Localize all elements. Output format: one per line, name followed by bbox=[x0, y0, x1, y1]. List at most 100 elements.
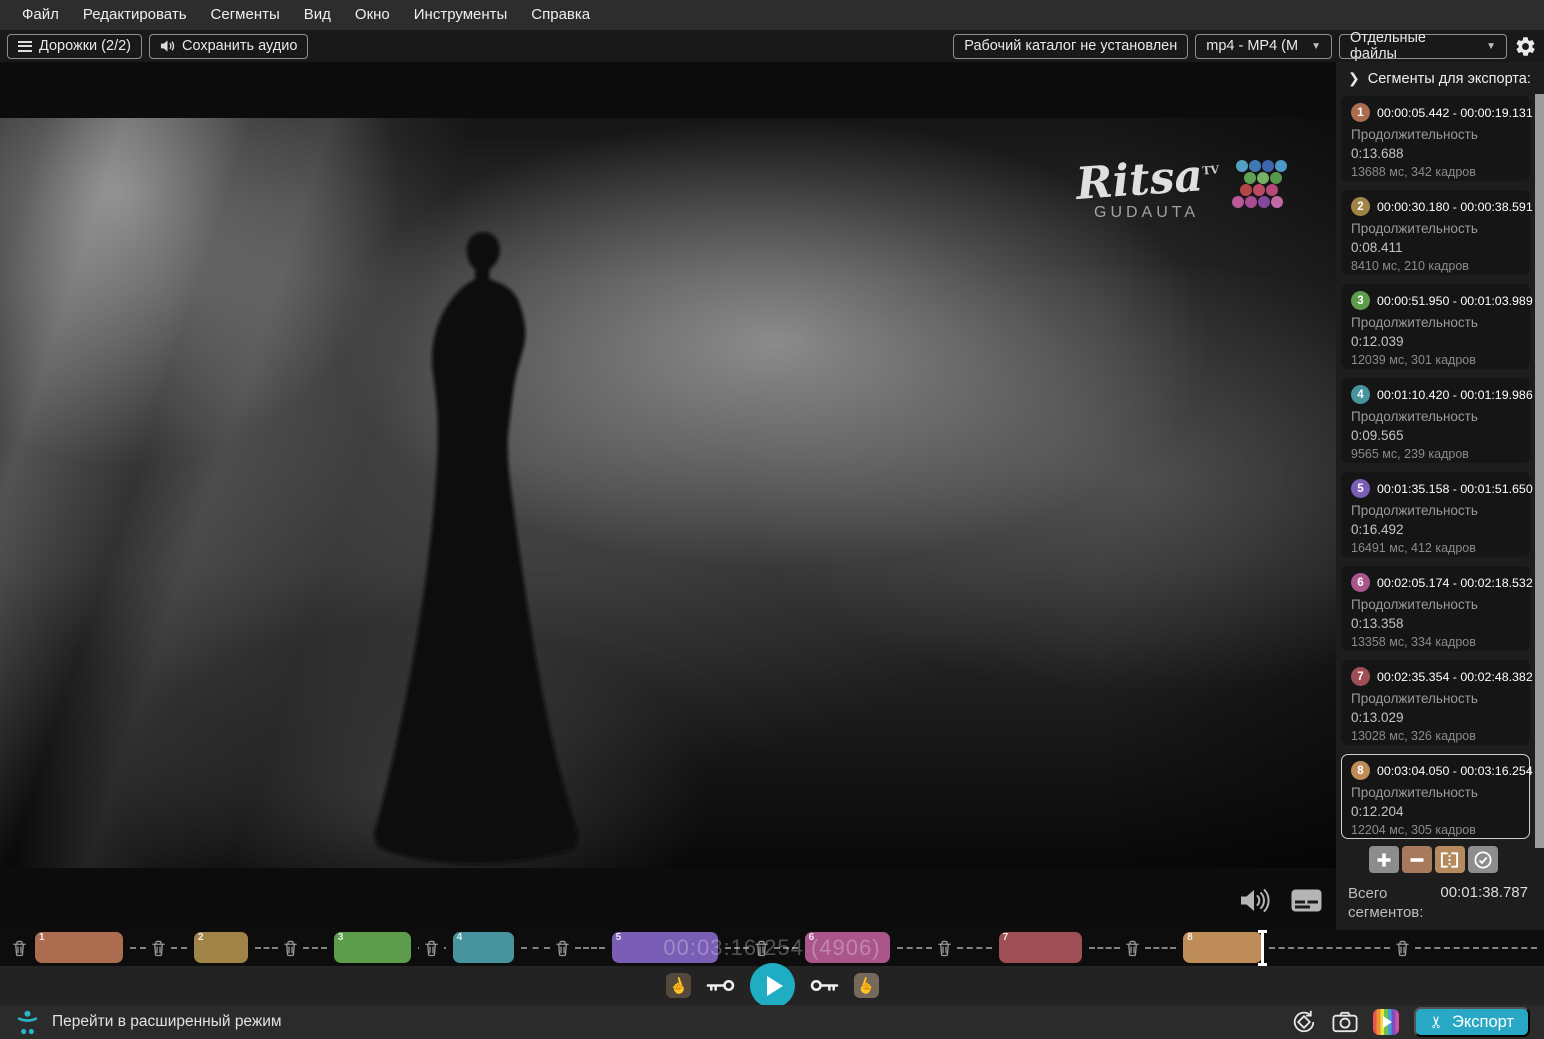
export-button[interactable]: ✂ Экспорт bbox=[1414, 1007, 1530, 1037]
save-audio-label: Сохранить аудио bbox=[182, 38, 297, 54]
segment-card[interactable]: 2 00:00:30.180 - 00:00:38.591 Продолжите… bbox=[1341, 190, 1530, 275]
segment-duration-label: Продолжительность bbox=[1351, 407, 1520, 426]
delete-segment-icon[interactable] bbox=[754, 939, 769, 957]
main-area: RitsaTV GUDAUTA ❯ Сегменты для экс bbox=[0, 62, 1544, 930]
segment-range: 00:00:51.950 - 00:01:03.989 bbox=[1377, 294, 1533, 308]
timeline-segment[interactable]: 8 bbox=[1183, 932, 1261, 963]
segment-details: 13358 мс, 334 кадров bbox=[1351, 633, 1520, 651]
segment-range: 00:01:35.158 - 00:01:51.650 bbox=[1377, 482, 1533, 496]
app-window: ФайлРедактироватьСегментыВидОкноИнструме… bbox=[0, 0, 1544, 1039]
timeline-gap bbox=[123, 930, 194, 966]
segment-range: 00:02:05.174 - 00:02:18.532 bbox=[1377, 576, 1533, 590]
segment-duration-label: Продолжительность bbox=[1351, 595, 1520, 614]
segment-duration-label: Продолжительность bbox=[1351, 125, 1520, 144]
timeline-gap bbox=[890, 930, 998, 966]
menu-item[interactable]: Инструменты bbox=[402, 0, 520, 30]
segment-card[interactable]: 5 00:01:35.158 - 00:01:51.650 Продолжите… bbox=[1341, 472, 1530, 557]
segment-details: 8410 мс, 210 кадров bbox=[1351, 257, 1520, 275]
output-mode-select[interactable]: Отдельные файлы ▼ bbox=[1339, 34, 1507, 59]
timeline-segment[interactable]: 2 bbox=[194, 932, 248, 963]
working-dir-button[interactable]: Рабочий каталог не установлен bbox=[953, 34, 1188, 59]
toolbar: Дорожки (2/2) Сохранить аудио Рабочий ка… bbox=[0, 30, 1544, 62]
segment-duration-label: Продолжительность bbox=[1351, 783, 1520, 802]
remove-segment-button[interactable] bbox=[1402, 846, 1432, 873]
segment-duration: 0:13.358 bbox=[1351, 614, 1520, 633]
singer-silhouette bbox=[360, 230, 590, 868]
menu-item[interactable]: Справка bbox=[519, 0, 602, 30]
timeline-segment[interactable]: 6 bbox=[805, 932, 891, 963]
subtitles-icon[interactable] bbox=[1291, 889, 1322, 912]
set-segment-start-button[interactable]: ☝ bbox=[666, 973, 691, 998]
hand-end-icon: ☝ bbox=[854, 974, 877, 997]
scissors-icon: ✂ bbox=[1427, 1015, 1447, 1029]
plus-icon bbox=[1376, 852, 1392, 868]
segment-card[interactable]: 4 00:01:10.420 - 00:01:19.986 Продолжите… bbox=[1341, 378, 1530, 463]
segment-duration-label: Продолжительность bbox=[1351, 313, 1520, 332]
delete-segment-icon[interactable] bbox=[937, 939, 952, 957]
menu-item[interactable]: Сегменты bbox=[199, 0, 292, 30]
delete-segment-icon[interactable] bbox=[283, 939, 298, 957]
format-select[interactable]: mp4 - MP4 (M ▼ bbox=[1195, 34, 1332, 59]
menu-item[interactable]: Файл bbox=[10, 0, 71, 30]
invert-segments-button[interactable] bbox=[1468, 846, 1498, 873]
segment-range: 00:01:10.420 - 00:01:19.986 bbox=[1377, 388, 1533, 402]
video-player[interactable]: RitsaTV GUDAUTA bbox=[0, 118, 1336, 868]
timeline-segment[interactable]: 3 bbox=[334, 932, 411, 963]
tracks-button[interactable]: Дорожки (2/2) bbox=[7, 34, 142, 59]
menu-item[interactable]: Вид bbox=[292, 0, 343, 30]
timeline-gap bbox=[1082, 930, 1183, 966]
segments-scrollbar[interactable] bbox=[1535, 94, 1544, 848]
play-button[interactable] bbox=[750, 963, 795, 1008]
volume-icon[interactable] bbox=[1238, 887, 1271, 914]
camera-icon[interactable] bbox=[1332, 1011, 1358, 1033]
gear-icon[interactable] bbox=[1514, 35, 1537, 58]
delete-segment-icon[interactable] bbox=[1125, 939, 1140, 957]
channel-watermark: RitsaTV GUDAUTA bbox=[1076, 158, 1287, 222]
delete-segment-icon[interactable] bbox=[424, 939, 439, 957]
segment-badge: 5 bbox=[1351, 479, 1370, 498]
timeline-gap bbox=[1262, 930, 1544, 966]
menu-bar: ФайлРедактироватьСегментыВидОкноИнструме… bbox=[0, 0, 1544, 30]
timeline[interactable]: 00:03:16.254 (4906) 12345678 bbox=[0, 930, 1544, 966]
timeline-segment[interactable]: 7 bbox=[999, 932, 1083, 963]
delete-segment-icon[interactable] bbox=[12, 939, 27, 957]
timeline-segment[interactable]: 1 bbox=[35, 932, 123, 963]
segment-card[interactable]: 3 00:00:51.950 - 00:01:03.989 Продолжите… bbox=[1341, 284, 1530, 369]
rotate-icon[interactable] bbox=[1291, 1009, 1317, 1035]
segment-range: 00:00:30.180 - 00:00:38.591 bbox=[1377, 200, 1533, 214]
segment-range: 00:02:35.354 - 00:02:48.382 bbox=[1377, 670, 1533, 684]
timeline-segment[interactable]: 4 bbox=[453, 932, 514, 963]
delete-segment-icon[interactable] bbox=[1395, 939, 1410, 957]
segment-details: 16491 мс, 412 кадров bbox=[1351, 539, 1520, 557]
segment-card[interactable]: 1 00:00:05.442 - 00:00:19.131 Продолжите… bbox=[1341, 96, 1530, 181]
segment-card[interactable]: 7 00:02:35.354 - 00:02:48.382 Продолжите… bbox=[1341, 660, 1530, 745]
playhead[interactable] bbox=[1261, 930, 1264, 966]
advanced-mode-button[interactable]: Перейти в расширенный режим bbox=[14, 1009, 282, 1036]
segments-panel-header[interactable]: ❯ Сегменты для экспорта: bbox=[1336, 62, 1544, 95]
timeline-gap bbox=[718, 930, 805, 966]
hand-start-icon: ☝ bbox=[666, 974, 689, 997]
segment-card[interactable]: 6 00:02:05.174 - 00:02:18.532 Продолжите… bbox=[1341, 566, 1530, 651]
prev-keyframe-key-icon[interactable] bbox=[706, 978, 735, 993]
app-logo-icon[interactable] bbox=[1373, 1009, 1399, 1035]
segment-card[interactable]: 8 00:03:04.050 - 00:03:16.254 Продолжите… bbox=[1341, 754, 1530, 839]
save-audio-button[interactable]: Сохранить аудио bbox=[149, 34, 308, 59]
delete-segment-icon[interactable] bbox=[151, 939, 166, 957]
add-segment-button[interactable] bbox=[1369, 846, 1399, 873]
segment-actions bbox=[1336, 846, 1530, 873]
menu-item[interactable]: Редактировать bbox=[71, 0, 199, 30]
tracks-label: Дорожки (2/2) bbox=[39, 38, 131, 54]
set-segment-end-button[interactable]: ☝ bbox=[854, 973, 879, 998]
check-circle-icon bbox=[1473, 850, 1493, 870]
segment-range: 00:03:04.050 - 00:03:16.254 bbox=[1377, 764, 1533, 778]
split-segment-button[interactable] bbox=[1435, 846, 1465, 873]
segment-duration-label: Продолжительность bbox=[1351, 689, 1520, 708]
segment-details: 12039 мс, 301 кадров bbox=[1351, 351, 1520, 369]
segment-duration-label: Продолжительность bbox=[1351, 219, 1520, 238]
timeline-segment[interactable]: 5 bbox=[612, 932, 718, 963]
next-keyframe-key-icon[interactable] bbox=[810, 978, 839, 993]
segment-duration: 0:13.688 bbox=[1351, 144, 1520, 163]
delete-segment-icon[interactable] bbox=[555, 939, 570, 957]
segment-duration: 0:09.565 bbox=[1351, 426, 1520, 445]
menu-item[interactable]: Окно bbox=[343, 0, 402, 30]
